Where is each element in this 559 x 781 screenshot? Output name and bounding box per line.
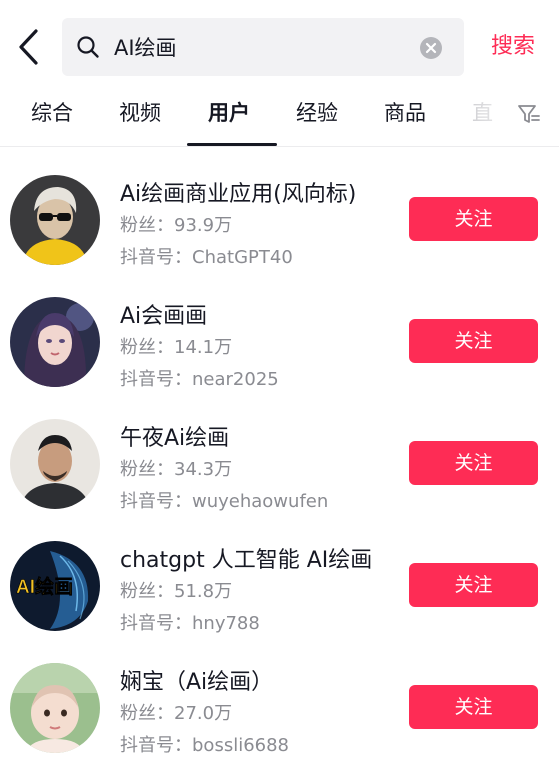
- avatar-image: [10, 663, 100, 753]
- fans-label: 粉丝：: [120, 703, 174, 724]
- user-name[interactable]: chatgpt 人工智能 AI绘画: [120, 542, 372, 574]
- user-result-item[interactable]: 娴宝（Ai绘画） 粉丝：27.0万 抖音号：bossli6688 关注: [0, 648, 559, 770]
- douyin-id: 抖音号：ChatGPT40: [120, 243, 293, 269]
- avatar-caption: AI绘画: [16, 575, 73, 598]
- tabs-divider: [0, 146, 559, 147]
- fans-value: 27.0万: [174, 703, 233, 724]
- fans-label: 粉丝：: [120, 459, 174, 480]
- douyin-id: 抖音号：bossli6688: [120, 731, 289, 757]
- avatar-image: [10, 419, 100, 509]
- follow-button[interactable]: 关注: [409, 197, 538, 241]
- user-name[interactable]: 娴宝（Ai绘画）: [120, 664, 273, 696]
- filter-icon: [518, 105, 540, 123]
- avatar-image: [10, 175, 100, 265]
- fans-label: 粉丝：: [120, 581, 174, 602]
- douyin-id-value: near2025: [192, 369, 279, 390]
- search-input[interactable]: [114, 26, 414, 68]
- avatar[interactable]: [10, 175, 100, 265]
- chevron-left-icon: [19, 29, 38, 65]
- follow-button[interactable]: 关注: [409, 319, 538, 363]
- user-name[interactable]: Ai绘画商业应用(风向标): [120, 176, 356, 208]
- fans-value: 34.3万: [174, 459, 233, 480]
- follow-button[interactable]: 关注: [409, 685, 538, 729]
- user-result-item[interactable]: 午夜Ai绘画 粉丝：34.3万 抖音号：wuyehaowufen 关注: [0, 404, 559, 526]
- fans-count: 粉丝：34.3万: [120, 455, 232, 481]
- douyin-id: 抖音号：hny788: [120, 609, 260, 635]
- douyin-id-value: wuyehaowufen: [192, 491, 329, 512]
- douyin-id: 抖音号：near2025: [120, 365, 279, 391]
- fans-label: 粉丝：: [120, 215, 174, 236]
- follow-button[interactable]: 关注: [409, 441, 538, 485]
- back-button[interactable]: [14, 28, 44, 66]
- fans-label: 粉丝：: [120, 337, 174, 358]
- user-result-item[interactable]: AI绘画 chatgpt 人工智能 AI绘画 粉丝：51.8万 抖音号：hny7…: [0, 526, 559, 648]
- tab-products[interactable]: 商品: [384, 95, 426, 141]
- tab-experience[interactable]: 经验: [296, 95, 338, 141]
- avatar[interactable]: [10, 297, 100, 387]
- tab-video[interactable]: 视频: [119, 95, 161, 141]
- douyin-id-label: 抖音号：: [120, 369, 192, 390]
- user-result-item[interactable]: Ai会画画 粉丝：14.1万 抖音号：near2025 关注: [0, 282, 559, 404]
- tab-users[interactable]: 用户: [208, 95, 250, 141]
- avatar[interactable]: [10, 419, 100, 509]
- fans-count: 粉丝：14.1万: [120, 333, 232, 359]
- fans-count: 粉丝：27.0万: [120, 699, 232, 725]
- douyin-id-label: 抖音号：: [120, 247, 192, 268]
- douyin-id-label: 抖音号：: [120, 613, 192, 634]
- user-name[interactable]: 午夜Ai绘画: [120, 420, 229, 452]
- douyin-id-label: 抖音号：: [120, 735, 192, 756]
- user-name[interactable]: Ai会画画: [120, 298, 207, 330]
- fans-count: 粉丝：51.8万: [120, 577, 232, 603]
- search-submit-button[interactable]: 搜索: [476, 28, 550, 66]
- search-box[interactable]: [62, 18, 464, 76]
- filter-button[interactable]: [516, 100, 542, 128]
- fans-value: 51.8万: [174, 581, 233, 602]
- fans-value: 14.1万: [174, 337, 233, 358]
- douyin-id-value: bossli6688: [192, 735, 290, 756]
- avatar[interactable]: [10, 663, 100, 753]
- avatar[interactable]: AI绘画: [10, 541, 100, 631]
- fans-count: 粉丝：93.9万: [120, 211, 232, 237]
- douyin-id-value: ChatGPT40: [192, 247, 293, 268]
- avatar-image: AI绘画: [10, 541, 100, 631]
- search-icon: [77, 36, 99, 58]
- tab-live[interactable]: 直: [472, 95, 493, 141]
- avatar-image: [10, 297, 100, 387]
- douyin-id-value: hny788: [192, 613, 260, 634]
- clear-search-button[interactable]: [420, 37, 442, 59]
- close-icon: [425, 42, 437, 54]
- result-tabs: 综合 视频 用户 经验 商品 直: [0, 95, 559, 147]
- tab-comprehensive[interactable]: 综合: [31, 95, 73, 141]
- fans-value: 93.9万: [174, 215, 233, 236]
- douyin-id-label: 抖音号：: [120, 491, 192, 512]
- search-header: 搜索: [0, 0, 559, 95]
- follow-button[interactable]: 关注: [409, 563, 538, 607]
- user-result-item[interactable]: Ai绘画商业应用(风向标) 粉丝：93.9万 抖音号：ChatGPT40 关注: [0, 160, 559, 282]
- douyin-id: 抖音号：wuyehaowufen: [120, 487, 328, 513]
